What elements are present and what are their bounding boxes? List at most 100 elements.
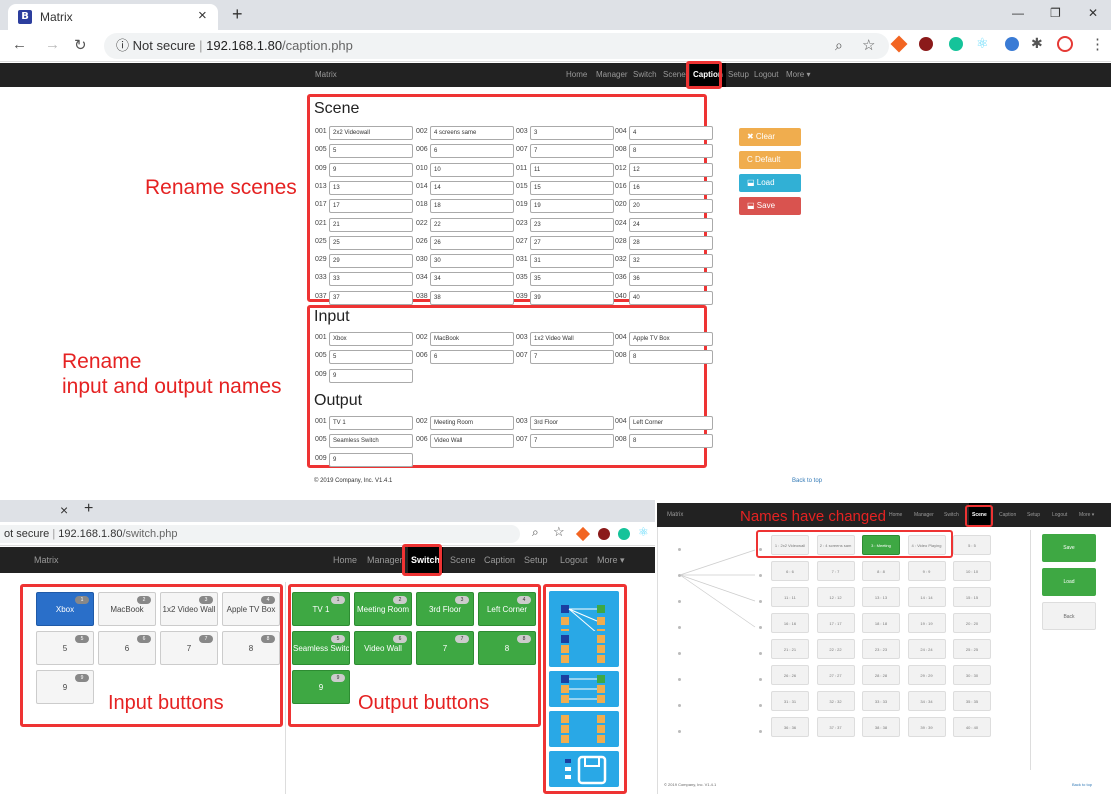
nav-manager[interactable]: Manager — [596, 63, 628, 87]
scene-button[interactable]: 33 : 33 — [862, 691, 900, 711]
scene-button[interactable]: 16 : 16 — [771, 613, 809, 633]
input-name-field[interactable]: MacBook — [430, 332, 514, 346]
output-name-field[interactable]: Video Wall — [430, 434, 514, 449]
scene-button[interactable]: 15 : 15 — [953, 587, 991, 607]
scene-name-field[interactable]: 39 — [530, 290, 614, 305]
output-name-field[interactable]: 7 — [530, 434, 614, 449]
output-name-field[interactable]: Meeting Room — [430, 416, 514, 430]
scene-button[interactable]: 12 : 12 — [816, 587, 855, 607]
scene-button[interactable]: 31 : 31 — [771, 691, 809, 711]
scene-name-field[interactable]: 17 — [329, 199, 413, 214]
switch-nav-home[interactable]: Home — [333, 547, 357, 573]
brand-link[interactable]: Matrix — [315, 63, 337, 87]
scene-name-field[interactable]: 18 — [430, 199, 514, 214]
scene-name-field[interactable]: 9 — [329, 162, 413, 177]
scene-name-field[interactable]: 11 — [530, 162, 614, 177]
scene-name-field[interactable]: 19 — [530, 199, 614, 214]
scene-nav-logout[interactable]: Logout — [1052, 503, 1067, 527]
scene-name-field[interactable]: 14 — [430, 180, 514, 195]
zoom-icon[interactable]: ⌕ — [835, 37, 843, 54]
scene-button[interactable]: 24 : 24 — [907, 639, 946, 659]
switch-new-tab-button[interactable]: + — [84, 500, 93, 518]
scene-name-field[interactable]: 33 — [329, 272, 413, 287]
scene-button[interactable]: 9 : 9 — [907, 561, 946, 581]
scene-button[interactable]: 14 : 14 — [907, 587, 946, 607]
input-name-field[interactable]: 6 — [430, 350, 514, 365]
scene-name-field[interactable]: 4 screens same — [430, 126, 514, 140]
scene-name-field[interactable]: 24 — [629, 217, 713, 232]
scene-name-field[interactable]: 40 — [629, 290, 713, 305]
scene-button[interactable]: 28 : 28 — [862, 665, 900, 685]
input-name-field[interactable]: 1x2 Video Wall — [530, 332, 614, 346]
scene-button[interactable]: 34 : 34 — [907, 691, 946, 711]
nav-switch[interactable]: Switch — [633, 63, 657, 87]
new-tab-button[interactable]: + — [232, 4, 243, 25]
scene-button[interactable]: 30 : 30 — [953, 665, 991, 685]
scene-name-field[interactable]: 4 — [629, 126, 713, 140]
scene-name-field[interactable]: 28 — [629, 235, 713, 250]
switch-extension-orange-icon[interactable] — [575, 526, 591, 542]
scene-button[interactable]: 36 : 36 — [771, 717, 809, 737]
input-name-field[interactable]: 7 — [530, 350, 614, 365]
scene-button[interactable]: 27 : 27 — [816, 665, 855, 685]
scene-button[interactable]: 8 : 8 — [862, 561, 900, 581]
scene-name-field[interactable]: 38 — [430, 290, 514, 305]
input-name-field[interactable]: 5 — [329, 350, 413, 365]
scene-name-field[interactable]: 26 — [430, 235, 514, 250]
scene-button[interactable]: 13 : 13 — [862, 587, 900, 607]
scene-button[interactable]: 25 : 25 — [953, 639, 991, 659]
scene-button[interactable]: 11 : 11 — [771, 587, 809, 607]
scene-name-field[interactable]: 36 — [629, 272, 713, 287]
scene-name-field[interactable]: 23 — [530, 217, 614, 232]
scene-button[interactable]: 23 : 23 — [862, 639, 900, 659]
extension-blue-icon[interactable] — [1005, 37, 1019, 51]
switch-nav-scene[interactable]: Scene — [450, 547, 476, 573]
scene-button[interactable]: 19 : 19 — [907, 613, 946, 633]
scene-name-field[interactable]: 8 — [629, 144, 713, 159]
switch-extension-k-icon[interactable] — [598, 528, 610, 540]
scene-name-field[interactable]: 34 — [430, 272, 514, 287]
scene-name-field[interactable]: 31 — [530, 254, 614, 269]
scene-nav-manager[interactable]: Manager — [914, 503, 934, 527]
scene-name-field[interactable]: 16 — [629, 180, 713, 195]
default-button[interactable]: C Default — [739, 151, 801, 169]
scene-name-field[interactable]: 21 — [329, 217, 413, 232]
restore-icon[interactable]: ❐ — [1050, 6, 1061, 20]
scene-name-field[interactable]: 25 — [329, 235, 413, 250]
extension-orange-icon[interactable] — [890, 35, 908, 53]
scene-button[interactable]: 20 : 20 — [953, 613, 991, 633]
nav-home[interactable]: Home — [566, 63, 587, 87]
scene-button[interactable]: 39 : 39 — [907, 717, 946, 737]
reload-icon[interactable]: ↻ — [74, 36, 87, 54]
scene-name-field[interactable]: 35 — [530, 272, 614, 287]
extensions-puzzle-icon[interactable]: ✱ — [1031, 35, 1043, 52]
scene-button[interactable]: 35 : 35 — [953, 691, 991, 711]
scene-save-button[interactable]: Save — [1042, 534, 1096, 562]
grammarly-icon[interactable] — [949, 37, 963, 51]
scene-button[interactable]: 18 : 18 — [862, 613, 900, 633]
profile-avatar-icon[interactable] — [1057, 36, 1073, 52]
scene-name-field[interactable]: 30 — [430, 254, 514, 269]
switch-zoom-icon[interactable]: ⌕ — [532, 525, 539, 540]
scene-name-field[interactable]: 3 — [530, 126, 614, 140]
scene-name-field[interactable]: 5 — [329, 144, 413, 159]
scene-name-field[interactable]: 32 — [629, 254, 713, 269]
output-name-field[interactable]: Left Corner — [629, 416, 713, 430]
load-button[interactable]: ⬓ Load — [739, 174, 801, 192]
scene-button[interactable]: 17 : 17 — [816, 613, 855, 633]
scene-button[interactable]: 29 : 29 — [907, 665, 946, 685]
scene-name-field[interactable]: 6 — [430, 144, 514, 159]
output-name-field[interactable]: Seamless Switch — [329, 434, 413, 449]
switch-nav-more[interactable]: More ▾ — [597, 547, 625, 573]
switch-grammarly-icon[interactable] — [618, 528, 630, 540]
browser-tab[interactable]: B Matrix × — [8, 4, 218, 30]
output-name-field[interactable]: 8 — [629, 434, 713, 449]
nav-scene[interactable]: Scene — [663, 63, 686, 87]
scene-button[interactable]: 21 : 21 — [771, 639, 809, 659]
tab-close-icon[interactable]: × — [198, 7, 207, 24]
nav-more[interactable]: More ▾ — [786, 63, 810, 87]
switch-address-bar[interactable]: ot secure | 192.168.1.80/switch.php — [0, 525, 520, 543]
scene-brand[interactable]: Matrix — [667, 503, 683, 527]
switch-nav-manager[interactable]: Manager — [367, 547, 403, 573]
switch-nav-setup[interactable]: Setup — [524, 547, 548, 573]
